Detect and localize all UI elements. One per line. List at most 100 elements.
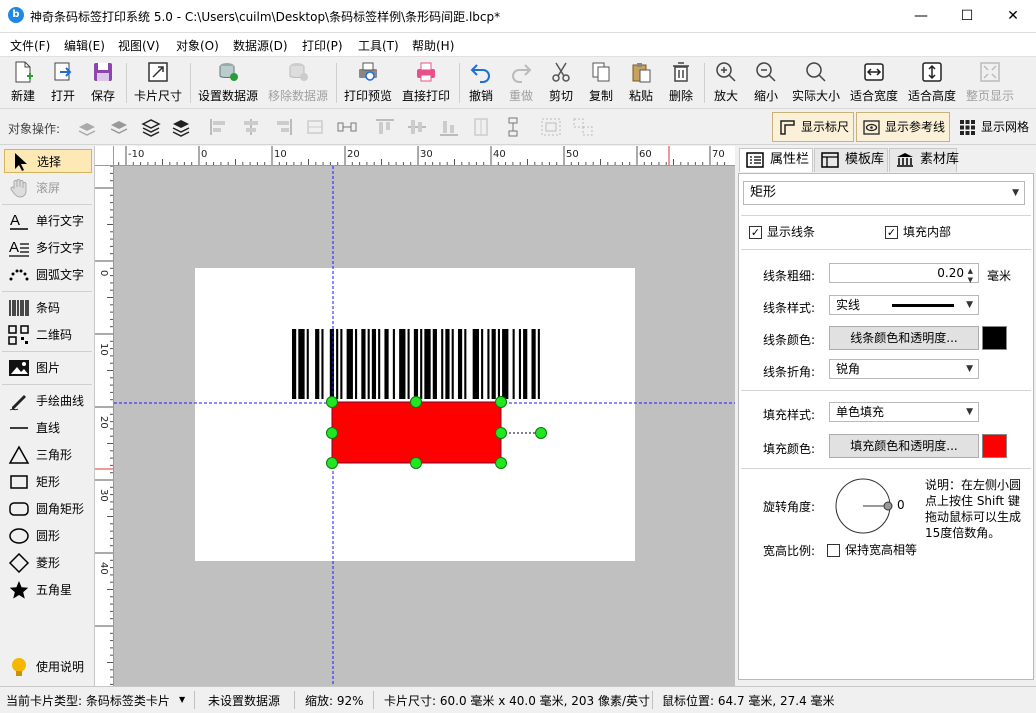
tool-diamond[interactable]: 菱形: [4, 551, 92, 575]
tool-round-rect[interactable]: 圆角矩形: [4, 497, 92, 521]
print-preview-button[interactable]: 打印预览: [340, 60, 396, 106]
tab-materials[interactable]: 素材库: [889, 148, 959, 172]
tool-barcode[interactable]: 条码: [4, 296, 92, 320]
maximize-button[interactable]: ☐: [944, 0, 990, 32]
resize-handle[interactable]: [326, 457, 338, 469]
barcode-object[interactable]: [292, 329, 540, 399]
align-top-icon[interactable]: [374, 117, 396, 137]
resize-handle[interactable]: [410, 457, 422, 469]
fit-page-button[interactable]: 整页显示: [963, 60, 1017, 106]
align-middle-icon[interactable]: [406, 117, 428, 137]
menu-file[interactable]: 文件(F): [10, 37, 50, 54]
design-canvas[interactable]: [114, 166, 735, 686]
minimize-button[interactable]: —: [898, 0, 944, 32]
tool-star[interactable]: 五角星: [4, 578, 92, 602]
undo-button[interactable]: 撤销: [464, 60, 498, 106]
hand-icon: [10, 179, 27, 198]
tool-help[interactable]: 使用说明: [4, 655, 92, 679]
fit-height-button[interactable]: 适合高度: [905, 60, 959, 106]
tab-templates[interactable]: 模板库: [814, 148, 888, 172]
paste-button[interactable]: 粘贴: [624, 60, 658, 106]
object-type-select[interactable]: 矩形 ▼: [743, 181, 1025, 205]
open-button[interactable]: 打开: [44, 60, 82, 106]
tool-arc-text[interactable]: 圆弧文字: [4, 263, 92, 287]
menu-object[interactable]: 对象(O): [176, 37, 219, 54]
resize-handle[interactable]: [535, 427, 547, 439]
remove-datasource-button[interactable]: 移除数据源: [264, 60, 332, 106]
fill-inside-checkbox[interactable]: ✓ 填充内部: [885, 224, 951, 240]
show-line-checkbox[interactable]: ✓ 显示线条: [749, 224, 815, 240]
close-button[interactable]: ✕: [990, 0, 1036, 32]
rotation-dial[interactable]: [833, 476, 903, 538]
menu-edit[interactable]: 编辑(E): [64, 37, 105, 54]
fill-color-swatch[interactable]: [982, 434, 1007, 458]
space-horizontal-icon[interactable]: [336, 117, 358, 137]
line-color-swatch[interactable]: [982, 326, 1007, 350]
actual-size-button[interactable]: 实际大小: [788, 60, 844, 106]
line-width-input[interactable]: 0.20 ▲ ▼: [829, 263, 979, 284]
zoom-out-button[interactable]: 缩小: [749, 60, 783, 106]
tool-ellipse[interactable]: 圆形: [4, 524, 92, 548]
align-left-icon[interactable]: [208, 117, 230, 137]
bring-to-front-icon[interactable]: [140, 117, 162, 137]
tool-select[interactable]: 选择: [4, 149, 92, 173]
tool-image[interactable]: 图片: [4, 356, 92, 380]
align-center-icon[interactable]: [240, 117, 262, 137]
set-datasource-button[interactable]: 设置数据源: [195, 60, 261, 106]
resize-handle[interactable]: [495, 427, 507, 439]
distribute-vertical-icon[interactable]: [470, 117, 492, 137]
direct-print-button[interactable]: 直接打印: [398, 60, 454, 106]
menu-view[interactable]: 视图(V): [118, 37, 160, 54]
fit-width-button[interactable]: 适合宽度: [848, 60, 900, 106]
tool-qrcode[interactable]: 二维码: [4, 323, 92, 347]
tool-triangle[interactable]: 三角形: [4, 443, 92, 467]
resize-handle[interactable]: [495, 396, 507, 408]
tab-properties[interactable]: 属性栏: [739, 148, 813, 172]
line-style-select[interactable]: 实线 ▼: [829, 295, 979, 315]
align-right-icon[interactable]: [272, 117, 294, 137]
tool-scroll[interactable]: 滚屏: [4, 176, 92, 200]
show-ruler-toggle[interactable]: 显示标尺: [772, 112, 854, 142]
show-guides-toggle[interactable]: 显示参考线: [856, 112, 950, 142]
menu-help[interactable]: 帮助(H): [412, 37, 454, 54]
resize-handle[interactable]: [326, 427, 338, 439]
tool-line[interactable]: 直线: [4, 416, 92, 440]
tool-multi-text[interactable]: A 多行文字: [4, 236, 92, 260]
barcode-bar: [531, 329, 536, 399]
line-color-button[interactable]: 线条颜色和透明度...: [829, 326, 979, 350]
dropdown-arrow-icon: ▼: [1012, 188, 1019, 198]
align-bottom-icon[interactable]: [438, 117, 460, 137]
bring-forward-icon[interactable]: [108, 117, 130, 137]
send-to-back-icon[interactable]: [170, 117, 192, 137]
menu-print[interactable]: 打印(P): [302, 37, 343, 54]
ungroup-icon[interactable]: [572, 117, 594, 137]
save-button[interactable]: 保存: [84, 60, 122, 106]
send-backward-icon[interactable]: [76, 117, 98, 137]
zoom-in-button[interactable]: 放大: [709, 60, 743, 106]
distribute-horizontal-icon[interactable]: [304, 117, 326, 137]
show-grid-toggle[interactable]: 显示网格: [952, 112, 1032, 142]
resize-handle[interactable]: [495, 457, 507, 469]
group-icon[interactable]: [540, 117, 562, 137]
menu-tools[interactable]: 工具(T): [358, 37, 399, 54]
copy-button[interactable]: 复制: [584, 60, 618, 106]
fill-color-button[interactable]: 填充颜色和透明度...: [829, 434, 979, 458]
fill-style-select[interactable]: 单色填充 ▼: [829, 402, 979, 422]
tool-freehand[interactable]: 手绘曲线: [4, 389, 92, 413]
space-vertical-icon[interactable]: [502, 117, 524, 137]
cut-button[interactable]: 剪切: [544, 60, 578, 106]
resize-handle[interactable]: [410, 396, 422, 408]
selected-rectangle[interactable]: [331, 401, 502, 464]
delete-button[interactable]: 删除: [664, 60, 698, 106]
new-button[interactable]: 新建: [4, 60, 42, 106]
keep-aspect-checkbox[interactable]: 保持宽高相等: [827, 542, 917, 558]
card-size-button[interactable]: 卡片尺寸: [131, 60, 185, 106]
line-width-unit: 毫米: [987, 269, 1012, 283]
redo-button[interactable]: 重做: [504, 60, 538, 106]
resize-handle[interactable]: [326, 396, 338, 408]
tool-single-text[interactable]: A 单行文字: [4, 209, 92, 233]
line-join-select[interactable]: 锐角 ▼: [829, 359, 979, 379]
status-card-type[interactable]: 当前卡片类型: 条码标签类卡片: [6, 692, 170, 709]
tool-rectangle[interactable]: 矩形: [4, 470, 92, 494]
menu-datasource[interactable]: 数据源(D): [233, 37, 288, 54]
